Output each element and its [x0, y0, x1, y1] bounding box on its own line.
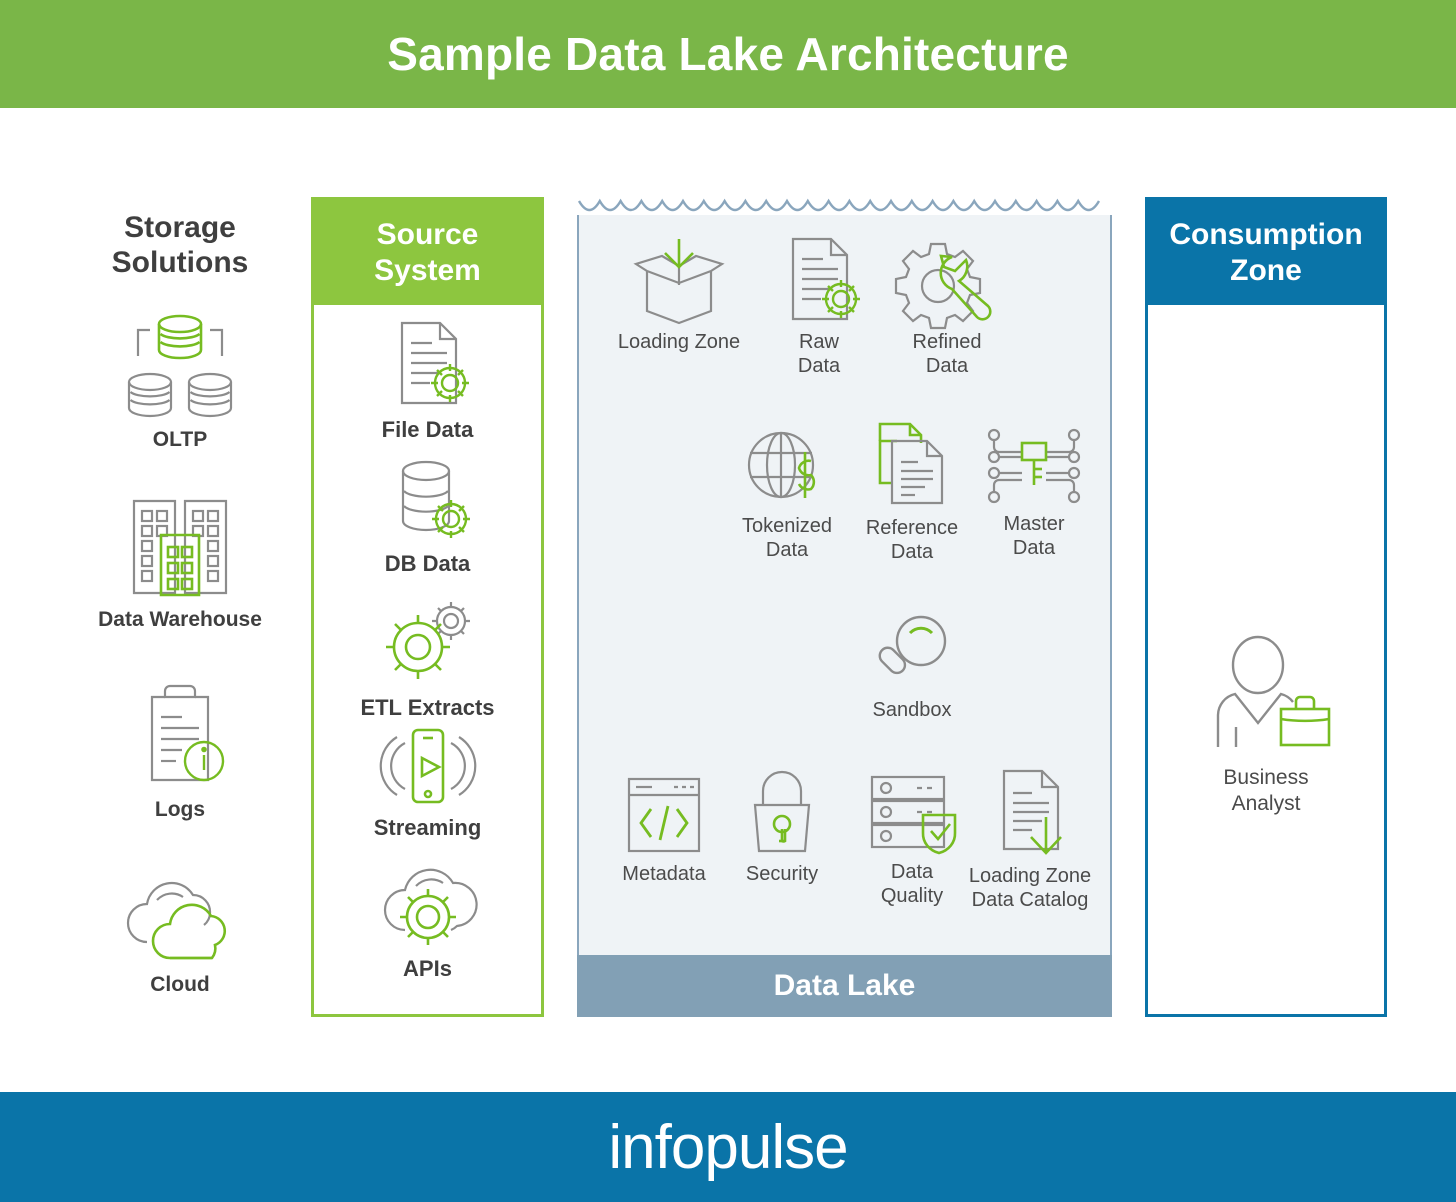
data-lake-footer: Data Lake [577, 955, 1112, 1017]
source-title-line2: System [374, 253, 481, 287]
lake-item-label2: Data [1012, 536, 1056, 559]
buildings-icon [55, 495, 305, 600]
data-lake-body: Loading Zone Raw Data Refined Data Token… [577, 215, 1112, 955]
database-gear-icon [314, 455, 541, 543]
lake-item-label2: Data [925, 354, 969, 377]
storage-solutions-column: Storage Solutions OLTP Data Warehouse Lo… [55, 200, 305, 1020]
source-item-db-data[interactable]: DB Data [314, 455, 541, 577]
source-system-panel: Source System File Data DB Data ETL Extr… [311, 197, 544, 1017]
storage-item-label: Logs [154, 798, 206, 821]
consumption-title-line2: Zone [1230, 253, 1302, 287]
source-item-label: File Data [381, 417, 474, 442]
lake-item-loading-zone-data-catalog[interactable]: Loading Zone Data Catalog [945, 767, 1115, 912]
page-header: Sample Data Lake Architecture [0, 0, 1456, 108]
data-lake-panel: Loading Zone Raw Data Refined Data Token… [577, 197, 1112, 1017]
data-lake-label: Data Lake [773, 969, 916, 1002]
source-item-label: APIs [403, 956, 452, 981]
lake-item-sandbox[interactable]: Sandbox [832, 613, 992, 723]
storage-title-line2: Solutions [111, 246, 249, 280]
source-system-header: Source System [314, 200, 541, 305]
storage-solutions-title: Storage Solutions [55, 210, 305, 281]
source-item-label: DB Data [384, 551, 471, 576]
gears-icon [314, 595, 541, 687]
consumption-zone-panel: Consumption Zone Business Analyst [1145, 197, 1387, 1017]
lake-item-label: Master [1003, 513, 1065, 535]
source-item-etl-extracts[interactable]: ETL Extracts [314, 595, 541, 721]
lake-item-label2: Data Catalog [971, 888, 1089, 911]
business-person-icon [1148, 635, 1384, 755]
source-system-body: File Data DB Data ETL Extracts Streaming… [314, 305, 541, 1014]
document-gear-icon [314, 319, 541, 409]
clouds-icon [55, 870, 305, 965]
consumption-zone-title: Consumption Zone [1169, 217, 1362, 288]
infopulse-logo: infopulse [608, 1112, 848, 1182]
network-node-icon [954, 425, 1114, 507]
consumption-title-line1: Consumption [1169, 218, 1363, 252]
lake-item-label: Loading Zone [968, 865, 1092, 887]
document-download-icon [945, 767, 1115, 859]
lake-item-master-data[interactable]: Master Data [954, 425, 1114, 560]
consumption-zone-header: Consumption Zone [1148, 200, 1384, 305]
source-item-apis[interactable]: APIs [314, 860, 541, 982]
source-item-label: ETL Extracts [360, 695, 495, 720]
cloud-gear-icon [314, 860, 541, 948]
consumption-item-label2: Analyst [1231, 792, 1301, 816]
source-item-label: Streaming [373, 815, 482, 840]
storage-item-cloud[interactable]: Cloud [55, 870, 305, 998]
source-item-file-data[interactable]: File Data [314, 319, 541, 443]
storage-item-oltp[interactable]: OLTP [55, 310, 305, 453]
storage-item-logs[interactable]: Logs [55, 684, 305, 823]
storage-item-label: OLTP [152, 428, 208, 451]
water-surface-wave [577, 198, 1101, 212]
magnifier-icon [832, 613, 992, 693]
consumption-item-business-analyst[interactable]: Business Analyst [1148, 635, 1384, 818]
storage-item-label: Data Warehouse [98, 608, 262, 631]
databases-icon [55, 310, 305, 420]
page-title: Sample Data Lake Architecture [387, 28, 1069, 80]
source-title-line1: Source [376, 218, 479, 252]
lake-item-label: Sandbox [872, 699, 952, 721]
clipboard-info-icon [55, 684, 305, 790]
mobile-stream-icon [314, 725, 541, 807]
storage-title-line1: Storage [124, 211, 236, 244]
consumption-zone-body: Business Analyst [1148, 305, 1384, 1014]
storage-item-label: Cloud [150, 973, 210, 996]
lake-item-refined-data[interactable]: Refined Data [867, 235, 1027, 378]
source-system-title: Source System [374, 217, 481, 288]
gear-wrench-icon [867, 235, 1027, 330]
diagram-canvas: Sample Data Lake Architecture Storage So… [0, 0, 1456, 1202]
lake-item-label: Refined [912, 331, 982, 353]
source-item-streaming[interactable]: Streaming [314, 725, 541, 841]
storage-item-data-warehouse[interactable]: Data Warehouse [55, 495, 305, 633]
consumption-item-label: Business [1223, 766, 1309, 789]
page-footer: infopulse [0, 1092, 1456, 1202]
